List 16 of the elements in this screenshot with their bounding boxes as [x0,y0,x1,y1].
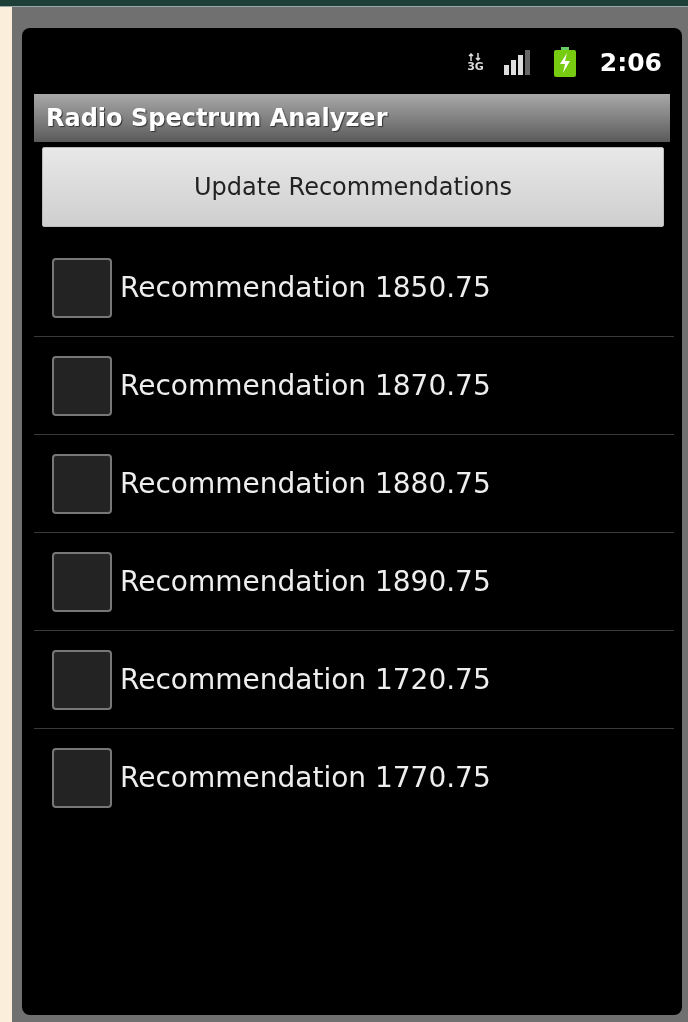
recommendation-label[interactable]: Recommendation 1850.75 [120,271,491,304]
checkbox[interactable] [52,649,112,710]
recommendation-label[interactable]: Recommendation 1880.75 [120,467,491,500]
app-title: Radio Spectrum Analyzer [46,104,388,132]
recommendation-label[interactable]: Recommendation 1870.75 [120,369,491,402]
clock-time: 2:06 [599,47,662,77]
recommendation-label[interactable]: Recommendation 1770.75 [120,761,491,794]
recommendation-label[interactable]: Recommendation 1720.75 [120,663,491,696]
checkbox[interactable] [52,453,112,514]
update-recommendations-button[interactable]: Update Recommendations [42,147,664,227]
recommendation-label[interactable]: Recommendation 1890.75 [120,565,491,598]
battery-charging-icon [553,47,576,77]
checkbox[interactable] [52,257,112,318]
checkbox[interactable] [52,355,112,416]
checkbox[interactable] [52,747,112,808]
checkbox[interactable] [52,551,112,612]
